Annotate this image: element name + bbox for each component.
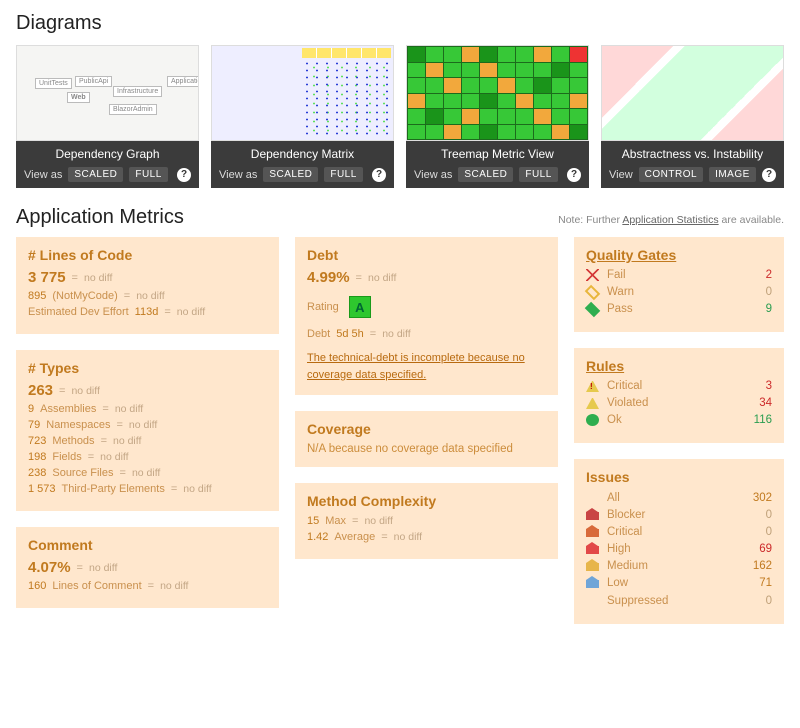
card-lines-of-code: # Lines of Code 3 775 = no diff 895 (Not… (16, 237, 279, 334)
medium-icon (586, 563, 599, 571)
card-issues: Issues All302 Blocker0 Critical0 High69 Medi… (574, 459, 784, 624)
diagrams-row: Web Infrastructure UnitTests PublicApi A… (16, 45, 784, 188)
diagram-title: Abstractness vs. Instability (609, 147, 776, 161)
card-comment: Comment 4.07% = no diff 160 Lines of Com… (16, 527, 279, 608)
card-types: # Types 263 = no diff 9 Assemblies = no … (16, 350, 279, 511)
scaled-button[interactable]: SCALED (263, 167, 318, 182)
diagram-title: Treemap Metric View (414, 147, 581, 161)
card-method-complexity: Method Complexity 15 Max = no diff 1.42 … (295, 483, 558, 559)
diagram-title: Dependency Matrix (219, 147, 386, 161)
help-icon[interactable]: ? (762, 168, 776, 182)
comment-value: 4.07% (28, 559, 71, 576)
critical-icon (586, 529, 599, 537)
quality-gates-title[interactable]: Quality Gates (586, 247, 772, 263)
coverage-title: Coverage (307, 421, 546, 437)
types-title: # Types (28, 360, 267, 376)
issue-row[interactable]: Critical0 (586, 526, 772, 538)
critical-icon (586, 381, 599, 392)
card-rules: Rules Critical3 Violated34 Ok116 (574, 348, 784, 443)
nodiff-label: no diff (84, 272, 112, 284)
diagram-footer: Dependency Graph View as SCALED FULL ? (16, 141, 199, 188)
fail-icon (586, 269, 599, 281)
issue-row[interactable]: Blocker0 (586, 509, 772, 521)
rules-title[interactable]: Rules (586, 358, 772, 374)
pass-icon (585, 301, 601, 317)
loc-value: 3 775 (28, 269, 66, 286)
types-value: 263 (28, 382, 53, 399)
diagrams-heading: Diagrams (16, 12, 784, 35)
application-statistics-link[interactable]: Application Statistics (622, 214, 718, 226)
view-label: View (609, 169, 633, 181)
diagram-title: Dependency Graph (24, 147, 191, 161)
quality-gate-row[interactable]: Warn0 (586, 286, 772, 298)
image-button[interactable]: IMAGE (709, 167, 756, 182)
view-label: View as (24, 169, 62, 181)
scaled-button[interactable]: SCALED (68, 167, 123, 182)
full-button[interactable]: FULL (129, 167, 167, 182)
diagram-card-dependency-graph: Web Infrastructure UnitTests PublicApi A… (16, 45, 199, 188)
view-label: View as (414, 169, 452, 181)
issue-row[interactable]: Suppressed0 (586, 594, 772, 607)
quality-gate-row[interactable]: Fail2 (586, 269, 772, 281)
ok-icon (586, 414, 599, 426)
card-coverage: Coverage N/A because no coverage data sp… (295, 411, 558, 467)
view-label: View as (219, 169, 257, 181)
rule-row[interactable]: Critical3 (586, 380, 772, 392)
high-icon (586, 546, 599, 554)
comment-title: Comment (28, 537, 267, 553)
issue-row[interactable]: Medium162 (586, 560, 772, 572)
rating-badge: A (349, 296, 371, 318)
dependency-graph-thumb[interactable]: Web Infrastructure UnitTests PublicApi A… (16, 45, 199, 141)
violated-icon (586, 398, 599, 409)
metrics-note: Note: Further Application Statistics are… (558, 214, 784, 226)
diagram-card-treemap: Treemap Metric View View as SCALED FULL … (406, 45, 589, 188)
debt-value: 4.99% (307, 269, 350, 286)
card-debt: Debt 4.99% = no diff Rating A Debt 5d 5h… (295, 237, 558, 395)
help-icon[interactable]: ? (177, 168, 191, 182)
control-button[interactable]: CONTROL (639, 167, 703, 182)
rule-row[interactable]: Violated34 (586, 397, 772, 409)
loc-title: # Lines of Code (28, 247, 267, 263)
debt-title: Debt (307, 247, 546, 263)
scaled-button[interactable]: SCALED (458, 167, 513, 182)
metrics-heading: Application Metrics (16, 206, 184, 229)
debt-warning-link[interactable]: The technical-debt is incomplete because… (307, 350, 546, 383)
issue-row[interactable]: Low71 (586, 577, 772, 589)
abstractness-thumb[interactable] (601, 45, 784, 141)
quality-gate-row[interactable]: Pass9 (586, 303, 772, 315)
diagram-card-dependency-matrix: Dependency Matrix View as SCALED FULL ? (211, 45, 394, 188)
warn-icon (585, 284, 601, 300)
rule-row[interactable]: Ok116 (586, 414, 772, 426)
complexity-title: Method Complexity (307, 493, 546, 509)
treemap-thumb[interactable] (406, 45, 589, 141)
issue-row[interactable]: High69 (586, 543, 772, 555)
card-quality-gates: Quality Gates Fail2 Warn0 Pass9 (574, 237, 784, 332)
issue-row[interactable]: All302 (586, 491, 772, 504)
coverage-text: N/A because no coverage data specified (307, 443, 546, 455)
low-icon (586, 580, 599, 588)
blocker-icon (586, 512, 599, 520)
issues-title: Issues (586, 469, 772, 485)
metrics-grid: # Lines of Code 3 775 = no diff 895 (Not… (16, 237, 784, 624)
help-icon[interactable]: ? (567, 168, 581, 182)
diagram-card-abstractness: Abstractness vs. Instability View CONTRO… (601, 45, 784, 188)
help-icon[interactable]: ? (372, 168, 386, 182)
full-button[interactable]: FULL (519, 167, 557, 182)
full-button[interactable]: FULL (324, 167, 362, 182)
dependency-matrix-thumb[interactable] (211, 45, 394, 141)
